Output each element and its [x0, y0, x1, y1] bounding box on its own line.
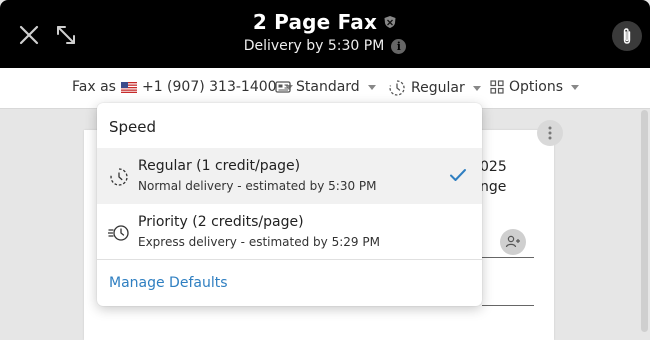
fax-header: 2 Page Fax Delivery by 5:30 PM i	[0, 0, 650, 68]
speed-option-priority[interactable]: Priority (2 credits/page) Express delive…	[97, 204, 482, 260]
speed-option-description: Express delivery - estimated by 5:29 PM	[138, 235, 380, 249]
delivery-subtitle: Delivery by 5:30 PM i	[244, 38, 407, 54]
speed-clock-icon	[110, 168, 128, 186]
add-contact-icon	[505, 235, 520, 248]
speed-menu-header: Speed	[109, 118, 157, 136]
chevron-down-icon	[367, 85, 376, 90]
quality-selector[interactable]: Standard	[275, 79, 376, 95]
manage-defaults-link[interactable]: Manage Defaults	[109, 275, 228, 291]
speed-option-label: Regular (1 credit/page)	[138, 158, 301, 174]
speed-option-description: Normal delivery - estimated by 5:30 PM	[138, 179, 377, 193]
speed-dropdown-menu: Speed Regular (1 credit/page) Normal del…	[97, 103, 482, 306]
more-vertical-icon	[548, 126, 552, 140]
us-flag-icon	[120, 81, 137, 93]
grid-options-icon	[490, 80, 504, 94]
shield-icon	[384, 16, 396, 28]
doc-text-fragment: 025	[480, 159, 507, 175]
more-options-button[interactable]	[537, 120, 563, 146]
page-title: 2 Page Fax	[253, 10, 397, 34]
chevron-down-icon	[571, 85, 580, 90]
options-label: Options	[509, 79, 564, 95]
quality-label: Standard	[296, 79, 360, 95]
delivery-time: Delivery by 5:30 PM	[243, 38, 385, 54]
speed-option-regular[interactable]: Regular (1 credit/page) Normal delivery …	[97, 148, 482, 204]
speed-option-label: Priority (2 credits/page)	[138, 214, 304, 230]
header-title-block: 2 Page Fax Delivery by 5:30 PM i	[0, 10, 650, 54]
doc-text-fragment: nge	[480, 179, 507, 195]
attach-button[interactable]	[612, 21, 642, 51]
menu-divider	[97, 259, 482, 260]
speed-selector[interactable]: Regular	[388, 79, 481, 97]
scrollbar[interactable]	[641, 110, 648, 332]
options-selector[interactable]: Options	[490, 79, 580, 95]
fax-as-selector[interactable]: Fax as +1 (907) 313-1400	[72, 79, 293, 95]
doc-field-underline	[482, 257, 534, 258]
fax-title: 2 Page Fax	[252, 10, 378, 34]
chevron-down-icon	[472, 86, 481, 91]
fax-number: +1 (907) 313-1400	[141, 79, 277, 95]
speed-clock-icon	[389, 80, 405, 96]
add-recipient-button[interactable]	[500, 229, 526, 255]
document-quality-icon	[275, 81, 291, 93]
speed-label: Regular	[411, 80, 465, 96]
checkmark-icon	[450, 169, 466, 181]
paperclip-icon	[623, 28, 631, 44]
fast-clock-icon	[108, 225, 129, 241]
fax-as-label: Fax as	[72, 79, 116, 95]
doc-field-underline	[482, 305, 534, 306]
info-icon[interactable]: i	[391, 38, 407, 54]
